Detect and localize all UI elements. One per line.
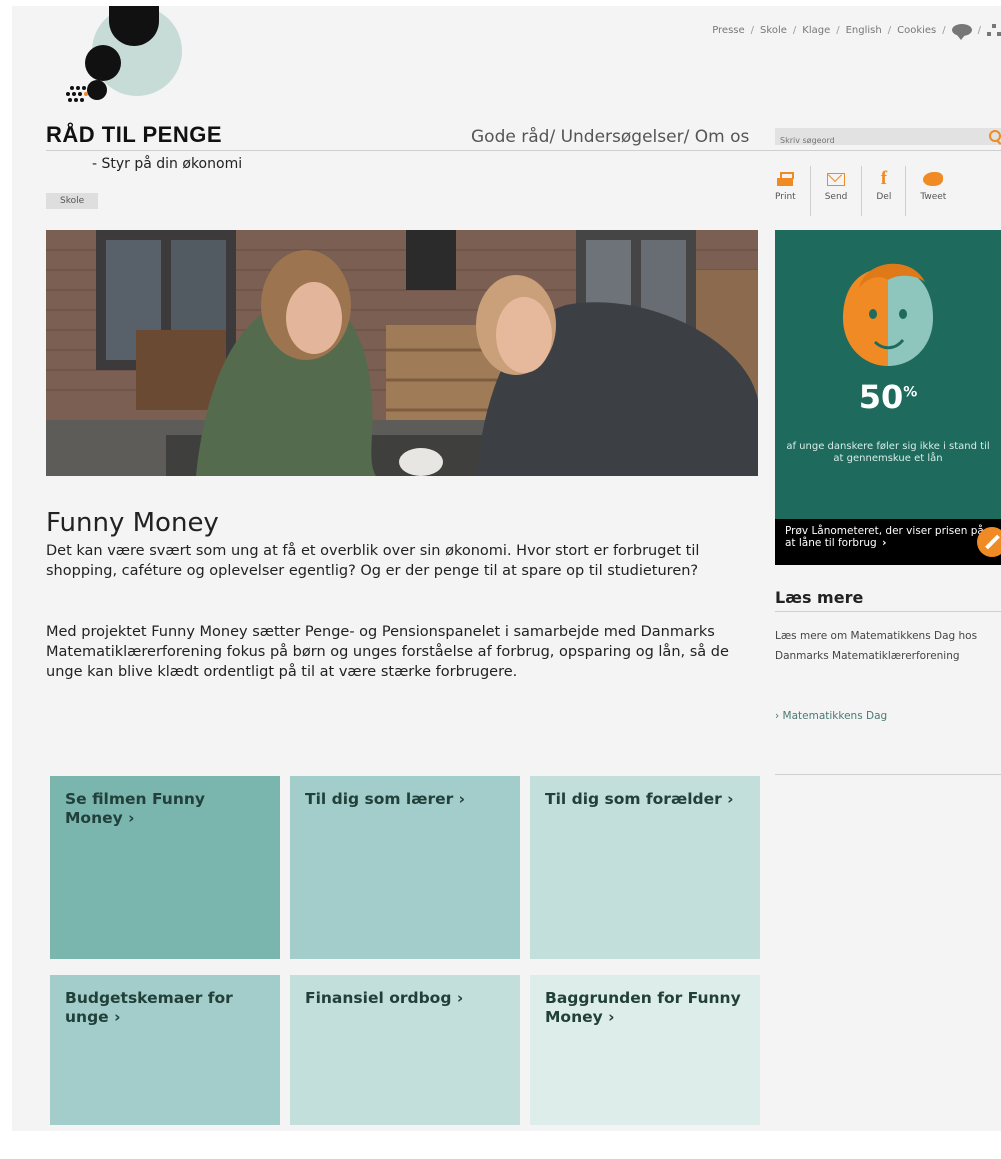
face-illustration-icon <box>843 263 933 366</box>
tile-label: Se filmen Funny Money › <box>65 790 205 827</box>
tweet-button[interactable]: Tweet <box>906 166 960 216</box>
utility-nav: Presse / Skole / Klage / English / Cooki… <box>712 24 1001 40</box>
search-box <box>775 128 1001 149</box>
tile-budgetskemaer[interactable]: Budgetskemaer for unge › <box>50 975 280 1125</box>
tile-finansiel-ordbog[interactable]: Finansiel ordbog › <box>290 975 520 1125</box>
divider <box>775 611 1001 612</box>
facebook-icon: f <box>880 168 888 189</box>
separator: / <box>836 24 840 36</box>
nav-link-klage[interactable]: Klage <box>802 25 830 36</box>
link-matematikkens-dag[interactable]: › Matematikkens Dag <box>775 710 887 722</box>
separator: / <box>887 24 892 36</box>
page: Presse / Skole / Klage / English / Cooki… <box>12 6 1001 1131</box>
nav-link-english[interactable]: English <box>846 25 882 36</box>
facebook-share-button[interactable]: f Del <box>862 166 907 216</box>
separator: / <box>792 24 797 36</box>
envelope-icon <box>827 172 846 186</box>
sitemap-icon[interactable] <box>987 24 1001 36</box>
separator: / <box>942 24 946 36</box>
statistic-text: af unge danskere føler sig ikke i stand … <box>786 441 990 464</box>
breadcrumb[interactable]: Skole <box>46 193 99 209</box>
laanometer-cta[interactable]: Prøv Lånometeret, der viser prisen på at… <box>775 519 1001 565</box>
nav-gode-raad[interactable]: Gode råd <box>471 127 549 147</box>
main-nav: Gode råd/ Undersøgelser/ Om os <box>471 127 750 147</box>
tile-til-foraelder[interactable]: Til dig som forælder › <box>530 776 760 959</box>
chat-bubble-icon[interactable] <box>951 24 972 40</box>
tile-se-filmen[interactable]: Se filmen Funny Money › <box>50 776 280 959</box>
tile-til-laerer[interactable]: Til dig som lærer › <box>290 776 520 959</box>
logo-text[interactable]: RÅD TIL PENGE <box>46 122 222 148</box>
nav-undersoegelser[interactable]: Undersøgelser <box>561 127 684 147</box>
read-more-heading: Læs mere <box>775 588 864 607</box>
printer-icon <box>777 172 795 186</box>
nav-link-presse[interactable]: Presse <box>712 25 744 36</box>
nav-link-cookies[interactable]: Cookies <box>897 25 936 36</box>
tile-label: Budgetskemaer for unge › <box>65 989 233 1026</box>
site-logo[interactable] <box>44 6 194 116</box>
wrench-icon <box>977 527 1001 557</box>
page-title: Funny Money <box>46 508 219 539</box>
chevron-right-icon: › <box>882 537 887 549</box>
twitter-bird-icon <box>923 172 944 186</box>
search-icon[interactable] <box>989 130 1001 142</box>
print-button[interactable]: Print <box>775 166 811 216</box>
divider <box>775 774 1001 775</box>
share-bar: Print Send f Del Tweet <box>775 166 1001 216</box>
tile-label: Til dig som lærer › <box>305 790 466 808</box>
nav-om-os[interactable]: Om os <box>695 127 750 147</box>
header-divider <box>46 150 1001 151</box>
hero-photo <box>46 230 758 476</box>
nav-link-skole[interactable]: Skole <box>760 25 787 36</box>
statistic-teaser[interactable]: 50% af unge danskere føler sig ikke i st… <box>775 230 1001 565</box>
tile-label: Til dig som forælder › <box>545 790 734 808</box>
read-more-text: Læs mere om Matematikkens Dag hos Danmar… <box>775 630 978 662</box>
tile-baggrunden[interactable]: Baggrunden for Funny Money › <box>530 975 760 1125</box>
tagline: - Styr på din økonomi <box>92 156 243 172</box>
intro-paragraph: Det kan være svært som ung at få et over… <box>46 543 700 579</box>
search-input[interactable] <box>775 132 975 149</box>
separator: / <box>977 24 981 36</box>
body-paragraph: Med projektet Funny Money sætter Penge- … <box>46 624 729 680</box>
tile-label: Finansiel ordbog › <box>305 989 464 1007</box>
send-button[interactable]: Send <box>811 166 863 216</box>
statistic-value: 50% <box>858 378 918 416</box>
tile-label: Baggrunden for Funny Money › <box>545 989 741 1026</box>
separator: / <box>750 24 755 36</box>
logo-dots-icon <box>66 82 106 112</box>
